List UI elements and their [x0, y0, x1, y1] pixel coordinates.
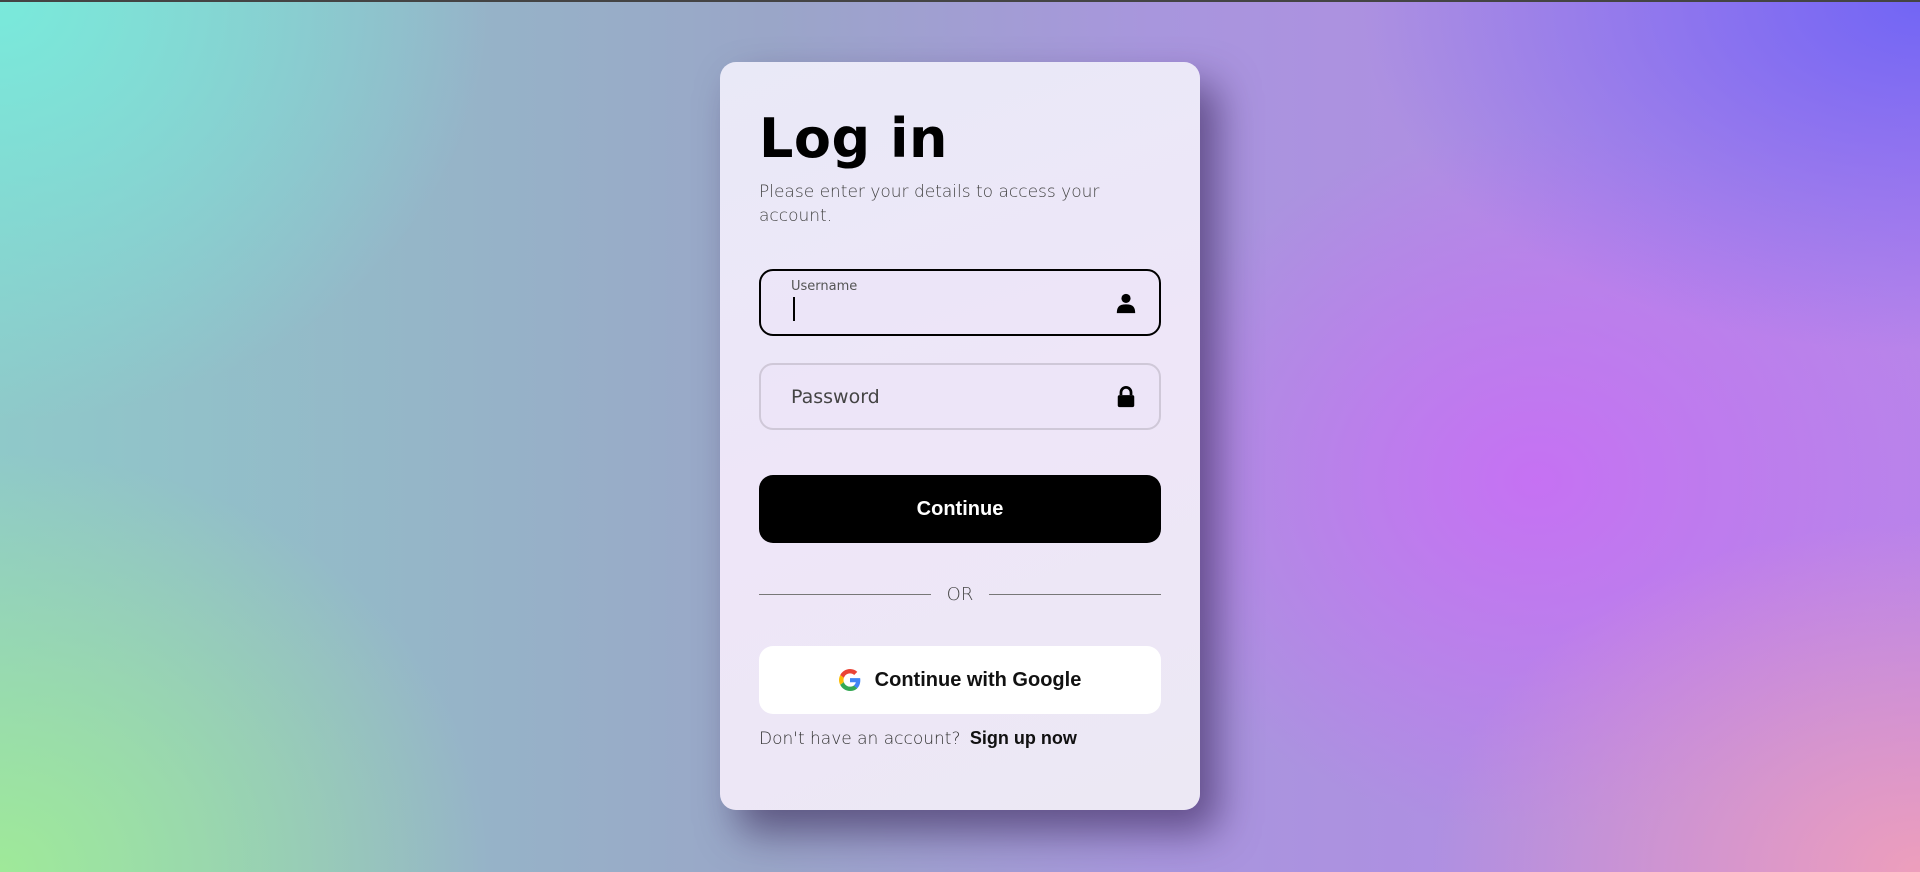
- signup-link[interactable]: Sign up now: [970, 728, 1077, 748]
- signup-row: Don't have an account? Sign up now: [759, 728, 1077, 749]
- username-label: Username: [791, 279, 858, 294]
- continue-button[interactable]: Continue: [759, 475, 1161, 543]
- text-caret: [793, 297, 795, 321]
- continue-with-google-button[interactable]: Continue with Google: [759, 646, 1161, 714]
- signup-prompt: Don't have an account?: [759, 729, 961, 749]
- google-button-label: Continue with Google: [874, 668, 1082, 691]
- or-divider: OR: [759, 580, 1161, 610]
- lock-icon: [1117, 385, 1135, 407]
- user-icon: [1116, 293, 1136, 313]
- username-input[interactable]: [791, 295, 1091, 325]
- username-field[interactable]: Username: [759, 269, 1161, 336]
- password-field[interactable]: [759, 363, 1161, 430]
- page-title: Log in: [759, 107, 948, 170]
- divider-line-right: [989, 594, 1161, 595]
- google-icon: [838, 669, 860, 691]
- page-subtitle: Please enter your details to access your…: [759, 182, 1100, 226]
- password-input[interactable]: [791, 382, 1091, 412]
- login-card: Log in Please enter your details to acce…: [720, 62, 1200, 810]
